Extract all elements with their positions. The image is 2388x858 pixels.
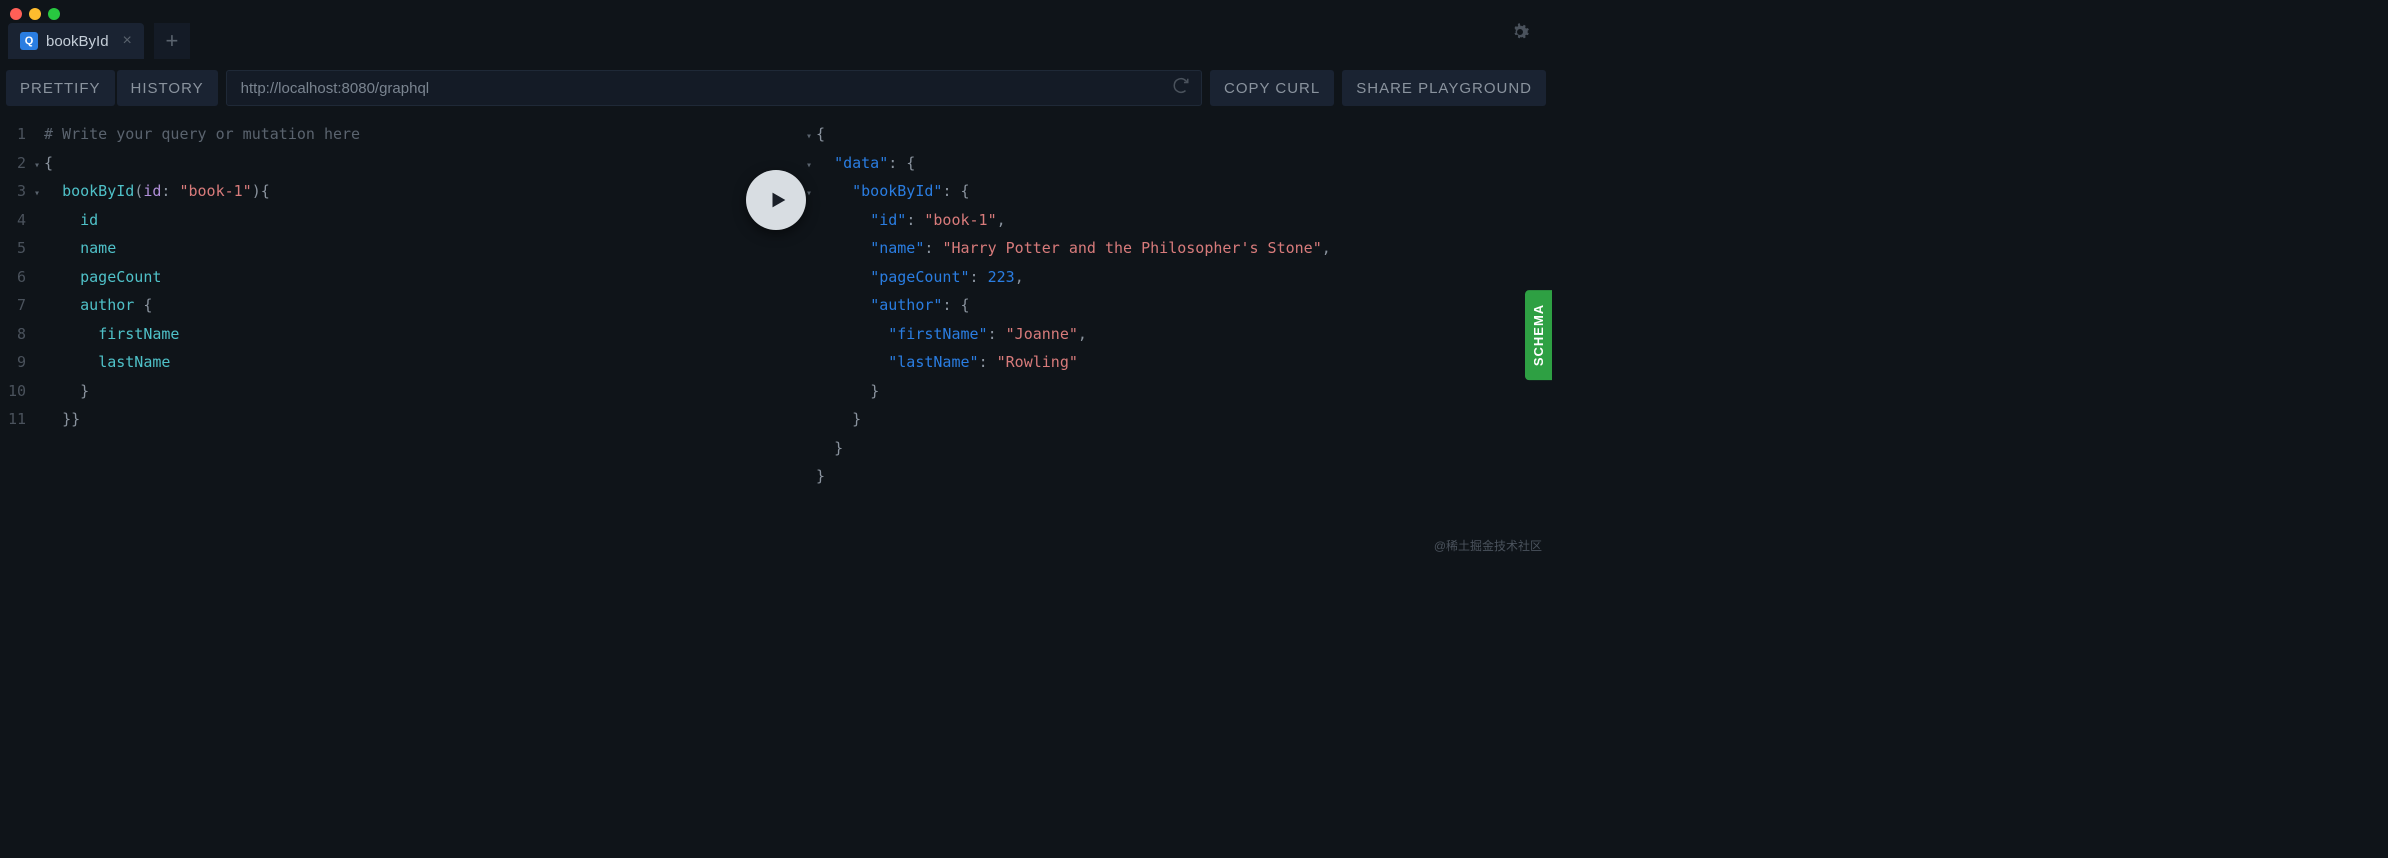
result-line: ▾ "bookById": { xyxy=(806,177,1552,206)
tab-bar: Q bookById × + xyxy=(0,0,1552,60)
settings-icon[interactable] xyxy=(1508,20,1532,44)
editor-line[interactable]: 4 id xyxy=(6,206,776,235)
editor-line[interactable]: 11 }} xyxy=(6,405,776,434)
editor-line[interactable]: 6 pageCount xyxy=(6,263,776,292)
editor-line[interactable]: 5 name xyxy=(6,234,776,263)
result-line: "lastName": "Rowling" xyxy=(806,348,1552,377)
result-pane: ▾{▾ "data": {▾ "bookById": { "id": "book… xyxy=(776,110,1552,560)
result-line: } xyxy=(806,434,1552,463)
window-controls xyxy=(10,8,60,20)
result-line: ▾{ xyxy=(806,120,1552,149)
result-line: } xyxy=(806,462,1552,491)
endpoint-input[interactable] xyxy=(226,70,1202,106)
result-line: } xyxy=(806,405,1552,434)
share-playground-button[interactable]: SHARE PLAYGROUND xyxy=(1342,70,1546,106)
result-line: "name": "Harry Potter and the Philosophe… xyxy=(806,234,1552,263)
editor-line[interactable]: 8 firstName xyxy=(6,320,776,349)
result-line: } xyxy=(806,377,1552,406)
editor-line[interactable]: 10 } xyxy=(6,377,776,406)
result-line: "id": "book-1", xyxy=(806,206,1552,235)
result-line: ▾ "data": { xyxy=(806,149,1552,178)
history-button[interactable]: HISTORY xyxy=(117,70,218,106)
result-line: "author": { xyxy=(806,291,1552,320)
toolbar: PRETTIFY HISTORY COPY CURL SHARE PLAYGRO… xyxy=(0,66,1552,110)
execute-button[interactable] xyxy=(746,170,806,230)
query-editor[interactable]: 1 # Write your query or mutation here2▾{… xyxy=(0,110,776,560)
query-type-icon: Q xyxy=(20,32,38,50)
maximize-window-dot[interactable] xyxy=(48,8,60,20)
result-line: "firstName": "Joanne", xyxy=(806,320,1552,349)
minimize-window-dot[interactable] xyxy=(29,8,41,20)
tab-label: bookById xyxy=(46,33,109,50)
close-window-dot[interactable] xyxy=(10,8,22,20)
watermark: @稀土掘金技术社区 xyxy=(1434,537,1542,554)
editor-line[interactable]: 1 # Write your query or mutation here xyxy=(6,120,776,149)
copy-curl-button[interactable]: COPY CURL xyxy=(1210,70,1334,106)
new-tab-button[interactable]: + xyxy=(154,23,190,59)
editor-line[interactable]: 3▾ bookById(id: "book-1"){ xyxy=(6,177,776,206)
close-tab-icon[interactable]: × xyxy=(123,32,132,50)
editor-line[interactable]: 2▾{ xyxy=(6,149,776,178)
editor-line[interactable]: 9 lastName xyxy=(6,348,776,377)
tab-bookbyid[interactable]: Q bookById × xyxy=(8,23,144,59)
schema-tab[interactable]: SCHEMA xyxy=(1525,290,1552,380)
refresh-icon[interactable] xyxy=(1172,77,1190,100)
editor-line[interactable]: 7 author { xyxy=(6,291,776,320)
main-panes: 1 # Write your query or mutation here2▾{… xyxy=(0,110,1552,560)
result-line: "pageCount": 223, xyxy=(806,263,1552,292)
prettify-button[interactable]: PRETTIFY xyxy=(6,70,115,106)
